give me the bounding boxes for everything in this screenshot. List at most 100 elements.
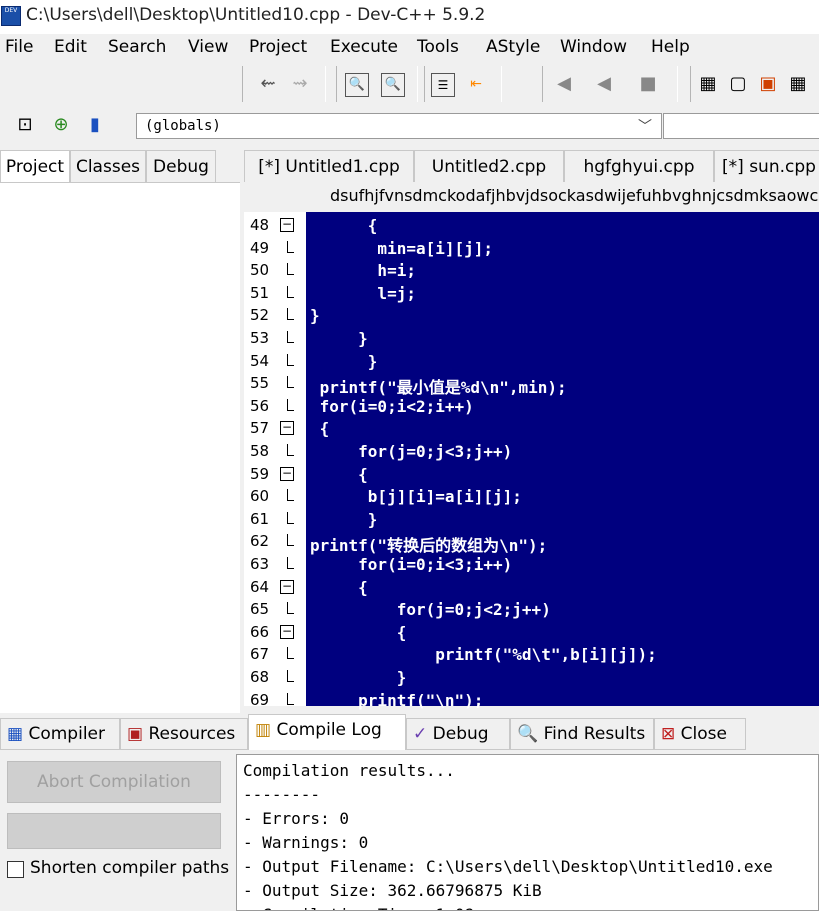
tab-resources-label: Resources bbox=[148, 724, 236, 744]
line-number: 51 bbox=[250, 283, 270, 302]
menu-window[interactable]: Window bbox=[560, 37, 627, 57]
fold-line-icon bbox=[287, 240, 294, 253]
log-line: - Output Filename: C:\Users\dell\Desktop… bbox=[243, 857, 773, 876]
menu-execute[interactable]: Execute bbox=[330, 37, 398, 57]
bookmark-prev-icon[interactable]: ◀ bbox=[553, 73, 575, 95]
fold-line-icon bbox=[287, 285, 294, 298]
log-line: - Compilation Time: 1.08s bbox=[243, 905, 484, 910]
bookmark-toggle-icon[interactable]: ■ bbox=[637, 73, 659, 95]
fold-line-icon bbox=[287, 263, 294, 276]
undo-icon[interactable]: ⇜ bbox=[257, 73, 279, 95]
line-number: 65 bbox=[250, 600, 270, 619]
tab-project[interactable]: Project bbox=[0, 150, 70, 182]
line-number: 56 bbox=[250, 396, 270, 415]
insert-icon[interactable]: ⊡ bbox=[14, 114, 36, 136]
toolbar-group-find: 🔍 🔍 bbox=[336, 66, 418, 102]
menu-project[interactable]: Project bbox=[249, 37, 307, 57]
line-number: 49 bbox=[250, 238, 270, 257]
code-line: } bbox=[310, 668, 407, 687]
fold-line-icon bbox=[287, 398, 294, 411]
fold-line-icon bbox=[287, 331, 294, 343]
compile-log-output[interactable]: Compilation results... -------- - Errors: … bbox=[236, 754, 819, 911]
toolbar-group-undo: ⇜ ⇝ bbox=[242, 66, 326, 102]
code-line: { bbox=[310, 419, 330, 439]
tile-icon[interactable]: ▦ bbox=[697, 73, 719, 95]
menu-astyle[interactable]: AStyle bbox=[486, 37, 540, 57]
tab-untitled2[interactable]: Untitled2.cpp bbox=[414, 150, 564, 182]
shorten-paths-checkbox[interactable] bbox=[7, 861, 24, 878]
redo-icon[interactable]: ⇝ bbox=[289, 73, 311, 95]
log-line: -------- bbox=[243, 785, 321, 804]
line-number: 53 bbox=[250, 329, 270, 347]
line-number: 62 bbox=[250, 532, 270, 551]
chevron-down-icon[interactable]: ﹀ bbox=[638, 116, 652, 136]
toolbar-group-bookmarks: ◀ ◀ ■ bbox=[542, 66, 678, 102]
tab-compile-log[interactable]: ▥ Compile Log bbox=[248, 714, 406, 750]
menu-help[interactable]: Help bbox=[651, 37, 690, 57]
replace-icon[interactable]: 🔍 bbox=[381, 73, 405, 97]
code-line: b[j][i]=a[i][j]; bbox=[310, 487, 522, 507]
code-line: h=i; bbox=[310, 261, 416, 281]
tab-compiler-label: Compiler bbox=[28, 724, 105, 744]
log-line: - Warnings: 0 bbox=[243, 833, 369, 852]
menu-edit[interactable]: Edit bbox=[54, 37, 87, 57]
tab-classes[interactable]: Classes bbox=[70, 150, 146, 182]
code-line: printf("%d\t",b[i][j]); bbox=[310, 645, 657, 665]
tab-find-results-label: Find Results bbox=[543, 724, 646, 744]
fold-minus-icon[interactable]: − bbox=[280, 218, 294, 232]
indent-icon[interactable]: ☰ bbox=[431, 73, 455, 97]
goto-icon[interactable]: ⊕ bbox=[50, 114, 72, 136]
line-number: 68 bbox=[250, 668, 270, 686]
line-number: 63 bbox=[250, 555, 270, 573]
title-bar: DEV C:\Users\dell\Desktop\Untitled10.cpp… bbox=[0, 0, 819, 34]
project-tree[interactable] bbox=[0, 182, 240, 713]
menu-view[interactable]: View bbox=[188, 37, 228, 57]
menu-tools[interactable]: Tools bbox=[417, 37, 459, 57]
fold-line-icon bbox=[287, 308, 294, 321]
color-grid-icon[interactable]: ▣ bbox=[757, 73, 779, 95]
code-line: } bbox=[310, 329, 368, 348]
fold-minus-icon[interactable]: − bbox=[280, 466, 294, 481]
fold-minus-icon[interactable]: − bbox=[280, 579, 294, 594]
tab-sun[interactable]: [*] sun.cpp bbox=[714, 150, 819, 182]
tab-debug-bottom[interactable]: ✓ Debug bbox=[406, 718, 510, 750]
abort-compilation-button[interactable]: Abort Compilation bbox=[7, 761, 221, 803]
tab-close[interactable]: ⊠ Close bbox=[654, 718, 746, 750]
tab-debug-left[interactable]: Debug bbox=[146, 150, 216, 182]
log-line: - Errors: 0 bbox=[243, 809, 349, 828]
tab-resources[interactable]: ▣ Resources bbox=[120, 718, 248, 750]
line-number: 57 bbox=[250, 419, 270, 438]
line-number: 69 bbox=[250, 690, 270, 709]
line-number: 58 bbox=[250, 442, 270, 460]
code-line: for(j=0;j<2;j++) bbox=[310, 600, 551, 620]
line-number: 59 bbox=[250, 464, 270, 483]
tab-compiler[interactable]: ▦ Compiler bbox=[0, 718, 120, 750]
window-icon[interactable]: ▢ bbox=[727, 73, 749, 95]
member-combo[interactable] bbox=[663, 113, 819, 139]
bookmark-next-icon[interactable]: ◀ bbox=[593, 73, 615, 95]
menu-file[interactable]: File bbox=[5, 37, 33, 57]
fold-minus-icon[interactable]: − bbox=[280, 421, 294, 436]
tab-compile-log-label: Compile Log bbox=[276, 720, 382, 740]
bookmark-icon[interactable]: ▮ bbox=[84, 114, 106, 136]
tab-long-filename[interactable]: dsufhjfvnsdmckodafjhbvjdsockasdwijefuhbv… bbox=[330, 186, 818, 205]
left-panel-tabs: Project Classes Debug bbox=[0, 150, 240, 182]
tab-hgfghyui[interactable]: hgfghyui.cpp bbox=[564, 150, 714, 182]
find-icon[interactable]: 🔍 bbox=[345, 73, 369, 97]
fold-minus-icon[interactable]: − bbox=[280, 624, 294, 639]
unindent-icon[interactable]: ⇤ bbox=[465, 73, 487, 95]
code-line: } bbox=[310, 351, 378, 371]
main-toolbar: ⇜ ⇝ 🔍 🔍 ☰ ⇤ ◀ ◀ ■ ▦ ▢ ▣ ▦ bbox=[0, 62, 819, 106]
line-number: 55 bbox=[250, 374, 270, 393]
window-title: C:\Users\dell\Desktop\Untitled10.cpp - D… bbox=[26, 5, 486, 25]
compile-progress-bar bbox=[7, 813, 221, 849]
editor-tabs: [*] Untitled1.cpp Untitled2.cpp hgfghyui… bbox=[244, 150, 819, 182]
scope-combo[interactable]: (globals) bbox=[136, 113, 662, 139]
tab-untitled1[interactable]: [*] Untitled1.cpp bbox=[244, 150, 414, 182]
fold-line-icon bbox=[287, 511, 294, 524]
tab-find-results[interactable]: 🔍 Find Results bbox=[510, 718, 654, 750]
line-number: 67 bbox=[250, 645, 270, 664]
code-line: for(i=0;i<3;i++) bbox=[310, 555, 513, 574]
menu-search[interactable]: Search bbox=[108, 37, 166, 57]
layout-icon[interactable]: ▦ bbox=[787, 73, 809, 95]
